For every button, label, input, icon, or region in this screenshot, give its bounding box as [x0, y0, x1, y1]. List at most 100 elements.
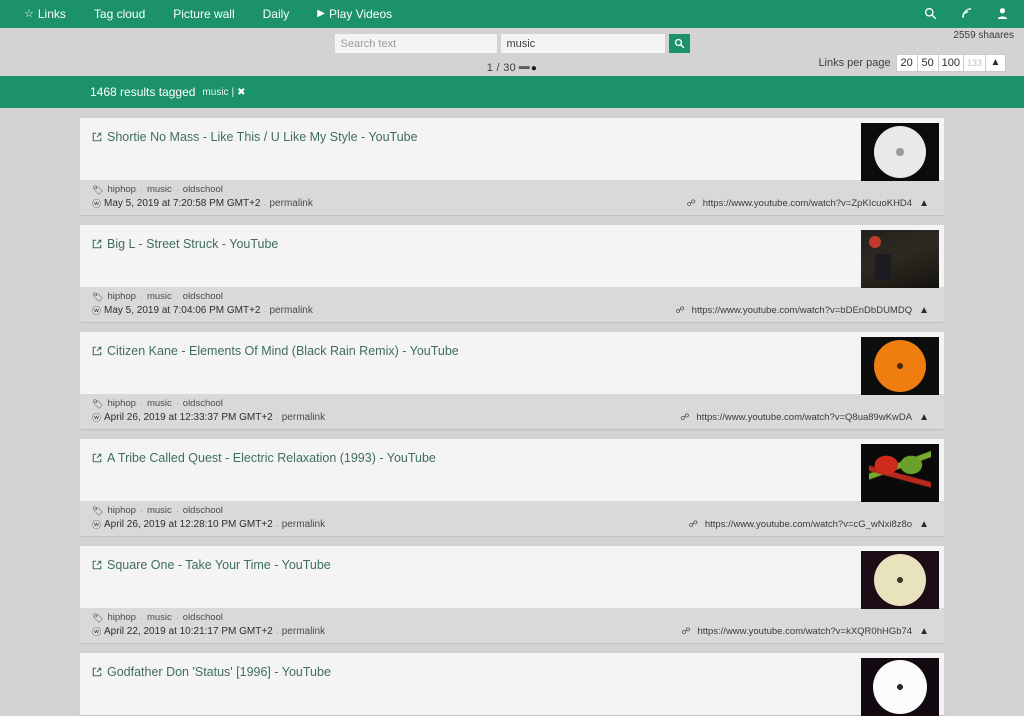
link-title-text: Godfather Don 'Status' [1996] - YouTube — [107, 664, 331, 680]
link-thumbnail[interactable] — [861, 658, 939, 716]
account-icon[interactable] — [997, 7, 1008, 22]
tag-hiphop[interactable]: hiphop — [107, 612, 136, 624]
link-url[interactable]: https://www.youtube.com/watch?v=bDEnDbDU… — [692, 305, 912, 316]
fold-chevron-icon[interactable]: ▲ — [919, 412, 929, 423]
tag-music[interactable]: music — [147, 184, 172, 196]
link-title-text: A Tribe Called Quest - Electric Relaxati… — [107, 450, 436, 466]
rss-icon[interactable] — [961, 7, 973, 21]
link-entry-body: Godfather Don 'Status' [1996] - YouTube — [80, 653, 944, 715]
external-link-icon — [92, 666, 102, 682]
tag-icon: 🏷 — [92, 505, 103, 517]
link-meta-left: 🏷 hiphop · music · oldschool ⓦ May 5, 20… — [92, 184, 313, 210]
date-separator: · — [264, 305, 267, 317]
tag-separator: · — [176, 505, 179, 517]
nav-item-tag-cloud[interactable]: Tag cloud — [80, 0, 159, 28]
fold-chevron-icon[interactable]: ▲ — [919, 198, 929, 209]
tag-music[interactable]: music — [147, 505, 172, 517]
chain-icon: ☍ — [687, 198, 696, 209]
per-page-option-133: 133 — [963, 54, 985, 72]
search-icon[interactable] — [924, 7, 937, 22]
tag-hiphop[interactable]: hiphop — [107, 291, 136, 303]
link-title[interactable]: Big L - Street Struck - YouTube — [92, 236, 278, 253]
link-thumbnail[interactable] — [861, 444, 939, 502]
nav-item-daily[interactable]: Daily — [249, 0, 304, 28]
collapse-chevron-icon[interactable]: ▲ — [985, 54, 1006, 72]
link-thumbnail[interactable] — [861, 337, 939, 395]
tag-hiphop[interactable]: hiphop — [107, 398, 136, 410]
next-page-icon[interactable]: ➖● — [518, 63, 537, 74]
date-separator: · — [276, 519, 279, 531]
search-text-input[interactable] — [335, 34, 497, 53]
link-meta-right: ☍ https://www.youtube.com/watch?v=cG_wNx… — [689, 519, 932, 531]
fold-chevron-icon[interactable]: ▲ — [919, 626, 929, 637]
link-date: April 26, 2019 at 12:28:10 PM GMT+2 — [104, 519, 273, 531]
play-icon: ▶ — [317, 0, 325, 28]
link-title[interactable]: Godfather Don 'Status' [1996] - YouTube — [92, 664, 331, 681]
link-title-text: Big L - Street Struck - YouTube — [107, 236, 278, 252]
link-permalink[interactable]: permalink — [282, 519, 325, 531]
thumbnail-image — [861, 230, 939, 288]
link-thumbnail[interactable] — [861, 123, 939, 181]
thumbnail-image — [861, 444, 939, 502]
tag-hiphop[interactable]: hiphop — [107, 184, 136, 196]
link-date: May 5, 2019 at 7:04:06 PM GMT+2 — [104, 305, 260, 317]
tag-oldschool[interactable]: oldschool — [183, 612, 223, 624]
link-entry-meta: 🏷 hiphop · music · oldschool ⓦ May 5, 20… — [80, 180, 944, 215]
link-title[interactable]: Square One - Take Your Time - YouTube — [92, 557, 331, 574]
tag-separator: · — [140, 291, 143, 303]
link-permalink[interactable]: permalink — [282, 412, 325, 424]
link-thumbnail[interactable] — [861, 551, 939, 609]
link-url[interactable]: https://www.youtube.com/watch?v=kXQR0hHG… — [697, 626, 912, 637]
results-tag-label[interactable]: music — [202, 87, 228, 98]
link-entry-body: Square One - Take Your Time - YouTube — [80, 546, 944, 608]
tag-icon: 🏷 — [92, 184, 103, 196]
results-separator: | — [232, 87, 235, 98]
external-link-icon — [92, 131, 102, 147]
link-url[interactable]: https://www.youtube.com/watch?v=cG_wNxi8… — [705, 519, 912, 530]
link-tags: 🏷 hiphop · music · oldschool — [92, 291, 313, 303]
per-page-option-50[interactable]: 50 — [917, 54, 938, 72]
link-url[interactable]: https://www.youtube.com/watch?v=ZpKIcuoK… — [703, 198, 912, 209]
clock-icon: ⓦ — [92, 626, 101, 638]
tag-icon: 🏷 — [92, 398, 103, 410]
nav-item-picture-wall[interactable]: Picture wall — [159, 0, 248, 28]
tag-oldschool[interactable]: oldschool — [183, 184, 223, 196]
link-url[interactable]: https://www.youtube.com/watch?v=Q8ua89wK… — [696, 412, 912, 423]
link-title[interactable]: Citizen Kane - Elements Of Mind (Black R… — [92, 343, 459, 360]
link-permalink[interactable]: permalink — [282, 626, 325, 638]
tag-oldschool[interactable]: oldschool — [183, 505, 223, 517]
link-thumbnail[interactable] — [861, 230, 939, 288]
tag-hiphop[interactable]: hiphop — [107, 505, 136, 517]
links-per-page-control: Links per page 20 50 100 133 ▲ — [818, 54, 1006, 72]
link-title[interactable]: Shortie No Mass - Like This / U Like My … — [92, 129, 418, 146]
link-entry-meta: 🏷 hiphop · music · oldschool ⓦ April 26,… — [80, 501, 944, 536]
link-title[interactable]: A Tribe Called Quest - Electric Relaxati… — [92, 450, 436, 467]
tag-separator: · — [176, 612, 179, 624]
per-page-option-20[interactable]: 20 — [896, 54, 917, 72]
remove-tag-icon[interactable]: ✖ — [237, 87, 245, 98]
link-entry-meta: 🏷 hiphop · music · oldschool ⓦ April 26,… — [80, 394, 944, 429]
tag-music[interactable]: music — [147, 612, 172, 624]
tag-oldschool[interactable]: oldschool — [183, 291, 223, 303]
link-permalink[interactable]: permalink — [270, 198, 313, 210]
nav-item-play-videos[interactable]: ▶ Play Videos — [303, 0, 406, 28]
tag-separator: · — [140, 184, 143, 196]
nav-item-links[interactable]: ☆ Links — [10, 0, 80, 28]
search-tags-input[interactable] — [501, 34, 665, 53]
search-form — [0, 34, 1024, 53]
tag-oldschool[interactable]: oldschool — [183, 398, 223, 410]
link-permalink[interactable]: permalink — [270, 305, 313, 317]
top-navigation-bar: ☆ Links Tag cloud Picture wall Daily ▶ P… — [0, 0, 1024, 28]
tag-music[interactable]: music — [147, 291, 172, 303]
link-meta-left: 🏷 hiphop · music · oldschool ⓦ April 22,… — [92, 612, 325, 638]
search-submit-button[interactable] — [669, 34, 690, 53]
external-link-icon — [92, 238, 102, 254]
per-page-option-100[interactable]: 100 — [938, 54, 963, 72]
chain-icon: ☍ — [676, 305, 685, 316]
link-date-row: ⓦ April 26, 2019 at 12:28:10 PM GMT+2 · … — [92, 519, 325, 531]
fold-chevron-icon[interactable]: ▲ — [919, 519, 929, 530]
fold-chevron-icon[interactable]: ▲ — [919, 305, 929, 316]
link-entry: Shortie No Mass - Like This / U Like My … — [80, 118, 944, 215]
nav-icons-group — [924, 0, 1016, 28]
tag-music[interactable]: music — [147, 398, 172, 410]
